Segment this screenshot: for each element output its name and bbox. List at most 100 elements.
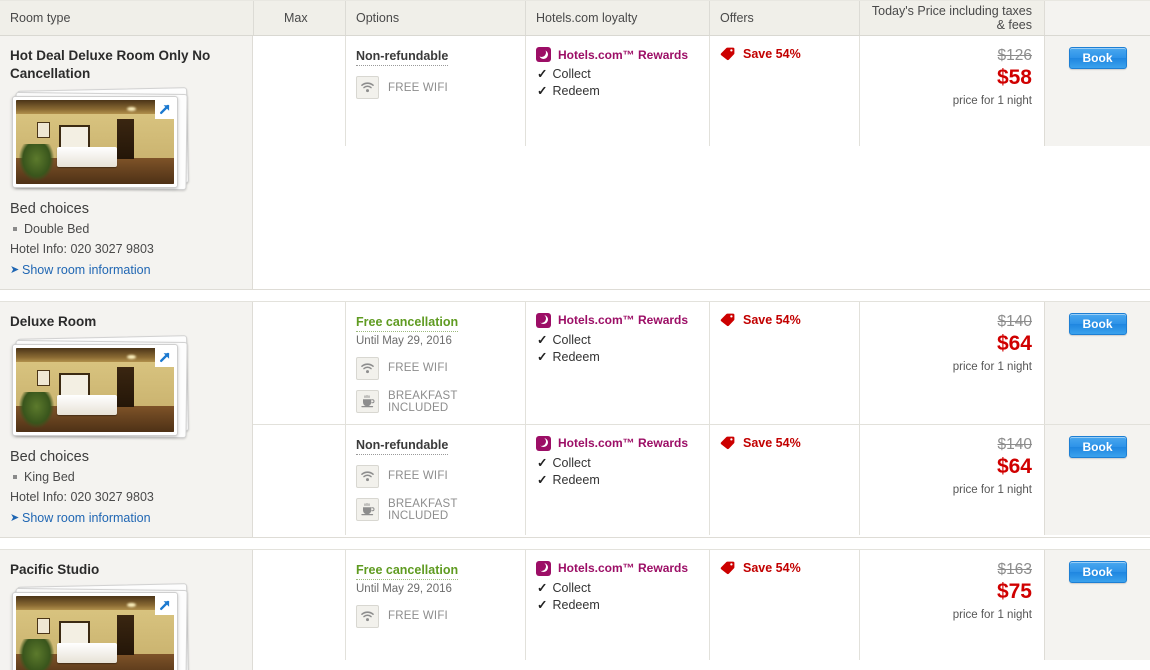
- options-cell: Non-refundableFREE WIFIBREAKFAST INCLUDE…: [345, 425, 525, 535]
- loyalty-benefit-label: Collect: [552, 333, 590, 347]
- amenity-label: BREAKFAST INCLUDED: [388, 390, 515, 414]
- rewards-header: Hotels.com™ Rewards: [536, 561, 699, 576]
- max-occupancy-icon: [283, 313, 308, 414]
- rewards-title: Hotels.com™ Rewards: [558, 561, 688, 575]
- cancellation-policy[interactable]: Free cancellation: [356, 315, 458, 332]
- rate-rows: Free cancellationUntil May 29, 2016FREE …: [253, 550, 1150, 670]
- book-cell: Book: [1044, 425, 1150, 535]
- check-icon: ✓: [537, 473, 547, 487]
- amenity-label: BREAKFAST INCLUDED: [388, 498, 515, 522]
- book-cell: Book: [1044, 550, 1150, 660]
- hotel-info: Hotel Info: 020 3027 9803: [10, 242, 242, 256]
- options-cell: Non-refundable FREE WIFI: [345, 36, 525, 146]
- chevron-right-icon: ➤: [10, 511, 19, 524]
- room-thumbnail[interactable]: [12, 344, 178, 436]
- column-header-price: Today's Price including taxes & fees: [859, 1, 1044, 35]
- moon-icon: [536, 313, 551, 328]
- max-occupancy-icon: [283, 561, 308, 650]
- book-button[interactable]: Book: [1069, 313, 1127, 335]
- rate-row: Non-refundableFREE WIFIBREAKFAST INCLUDE…: [253, 424, 1150, 535]
- amenity: FREE WIFI: [356, 357, 515, 380]
- column-header-max: Max: [253, 1, 345, 35]
- rate-row: Non-refundable FREE WIFI Hotels.com™ Rewar…: [253, 36, 1150, 146]
- max-occupancy-icon: [283, 436, 308, 525]
- max-occupancy-cell: [253, 425, 345, 535]
- check-icon: ✓: [537, 350, 547, 364]
- person-icon: [283, 436, 294, 525]
- loyalty-benefit: ✓Collect: [536, 66, 699, 81]
- expand-photo-icon[interactable]: [155, 348, 174, 367]
- show-room-information-link[interactable]: ➤Show room information: [10, 511, 242, 525]
- moon-icon: [536, 561, 551, 576]
- room-photo-gallery[interactable]: [12, 89, 190, 191]
- loyalty-benefit-label: Collect: [552, 456, 590, 470]
- original-price: $140: [870, 313, 1032, 330]
- breakfast-icon: [356, 498, 379, 521]
- book-button[interactable]: Book: [1069, 561, 1127, 583]
- column-header-options: Options: [345, 1, 525, 35]
- amenity: FREE WIFI: [356, 76, 515, 99]
- check-icon: ✓: [537, 333, 547, 347]
- room-section: Hot Deal Deluxe Room Only No Cancellatio…: [0, 36, 1150, 290]
- person-icon: [283, 47, 294, 136]
- expand-photo-icon[interactable]: [155, 100, 174, 119]
- offer-label: Save 54%: [743, 436, 801, 450]
- loyalty-benefit: ✓Redeem: [536, 83, 699, 98]
- offers-cell: Save 54%: [709, 550, 859, 660]
- offers-cell: Save 54%: [709, 302, 859, 424]
- book-button[interactable]: Book: [1069, 47, 1127, 69]
- room-photo-gallery[interactable]: [12, 585, 190, 670]
- show-room-information-link[interactable]: ➤Show room information: [10, 263, 242, 277]
- cancellation-policy[interactable]: Non-refundable: [356, 49, 448, 66]
- check-icon: ✓: [537, 456, 547, 470]
- offer-label: Save 54%: [743, 561, 801, 575]
- bed-choices-heading: Bed choices: [10, 449, 242, 465]
- expand-photo-icon[interactable]: [155, 596, 174, 615]
- current-price: $58: [870, 65, 1032, 90]
- room-photo: [16, 596, 174, 670]
- book-cell: Book: [1044, 302, 1150, 424]
- wifi-icon: [356, 605, 379, 628]
- column-header-loyalty: Hotels.com loyalty: [525, 1, 709, 35]
- show-room-information-label: Show room information: [22, 263, 151, 277]
- offer: Save 54%: [720, 436, 849, 450]
- amenity-label: FREE WIFI: [388, 362, 448, 374]
- wifi-icon: [356, 76, 379, 99]
- room-thumbnail[interactable]: [12, 592, 178, 670]
- options-cell: Free cancellationUntil May 29, 2016FREE …: [345, 550, 525, 660]
- room-type-panel: Pacific Studio: [0, 550, 253, 670]
- rate-rows: Non-refundable FREE WIFI Hotels.com™ Rewar…: [253, 36, 1150, 289]
- room-thumbnail[interactable]: [12, 96, 178, 188]
- check-icon: ✓: [537, 84, 547, 98]
- person-icon: [297, 313, 308, 414]
- offer: Save 54%: [720, 313, 849, 327]
- check-icon: ✓: [537, 581, 547, 595]
- person-icon: [283, 561, 294, 650]
- price-note: price for 1 night: [870, 95, 1032, 107]
- room-title: Hot Deal Deluxe Room Only No Cancellatio…: [10, 47, 242, 83]
- original-price: $140: [870, 436, 1032, 453]
- bed-choices-heading: Bed choices: [10, 201, 242, 217]
- rewards-header: Hotels.com™ Rewards: [536, 313, 699, 328]
- cancellation-policy[interactable]: Free cancellation: [356, 563, 458, 580]
- cancellation-deadline: Until May 29, 2016: [356, 335, 515, 347]
- price-cell: $163$75price for 1 night: [859, 550, 1044, 660]
- rate-row: Free cancellationUntil May 29, 2016FREE …: [253, 550, 1150, 660]
- current-price: $64: [870, 331, 1032, 356]
- person-icon: [297, 561, 308, 650]
- price-cell: $140$64price for 1 night: [859, 425, 1044, 535]
- rate-rows: Free cancellation Until May 29, 2016 FREE …: [253, 302, 1150, 537]
- loyalty-benefit-label: Redeem: [552, 350, 599, 364]
- room-photo-gallery[interactable]: [12, 337, 190, 439]
- room-photo: [16, 348, 174, 432]
- moon-icon: [536, 47, 551, 62]
- rewards-header: Hotels.com™ Rewards: [536, 47, 699, 62]
- loyalty-benefit: ✓ Collect: [536, 332, 699, 347]
- loyalty-cell: Hotels.com™ Rewards ✓Collect ✓Redeem: [525, 36, 709, 146]
- book-button[interactable]: Book: [1069, 436, 1127, 458]
- cancellation-policy[interactable]: Non-refundable: [356, 438, 448, 455]
- bed-choice-item: King Bed: [24, 470, 242, 484]
- rewards-title: Hotels.com™ Rewards: [558, 436, 688, 450]
- person-icon: [283, 313, 294, 414]
- amenity: BREAKFAST INCLUDED: [356, 498, 515, 522]
